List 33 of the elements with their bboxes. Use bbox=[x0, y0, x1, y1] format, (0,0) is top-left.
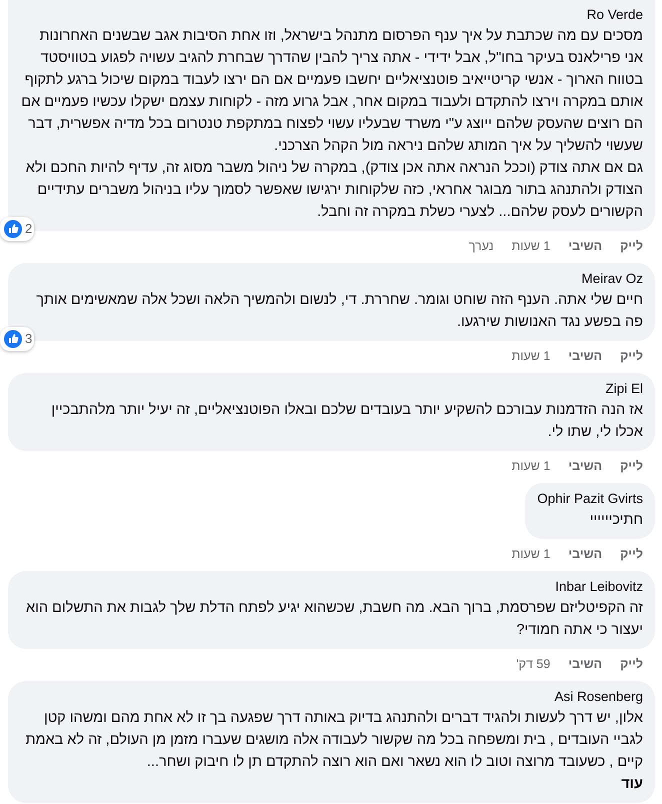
author-name[interactable]: Zipi El bbox=[20, 379, 643, 399]
timestamp[interactable]: 1 שעות bbox=[512, 346, 550, 369]
comment-text: חתיכיייייי bbox=[588, 511, 643, 530]
timestamp[interactable]: 1 שעות bbox=[512, 544, 550, 567]
reaction-count-badge[interactable]: 2 bbox=[0, 217, 34, 241]
reply-link[interactable]: השיבי bbox=[568, 236, 602, 259]
author-name[interactable]: Meirav Oz bbox=[20, 269, 643, 289]
like-link[interactable]: לייק bbox=[620, 236, 643, 259]
like-link[interactable]: לייק bbox=[620, 346, 643, 369]
thumbs-up-icon bbox=[4, 220, 22, 238]
reply-link[interactable]: השיבי bbox=[568, 456, 602, 479]
reply-link[interactable]: השיבי bbox=[568, 654, 602, 677]
thumbs-up-icon bbox=[4, 330, 22, 348]
author-name[interactable]: Ophir Pazit Gvirts bbox=[537, 489, 643, 509]
comment-text: חיים שלי אתה. הענף הזה שוחט וגומר. שחררת. די, לנשום ולהמשיך הלאה ושכל אלה שמאשימים אותך פה בפשע נגד האנושות שירגעו. bbox=[35, 291, 643, 332]
like-link[interactable]: לייק bbox=[620, 456, 643, 479]
comment-text: אז הנה הזדמנות עבורכם להשקיע יותר בעובדים שלכם ובאלו הפוטנציאליים, זה יעיל יותר מלהתבכיין אכלו לי, שתו לי. bbox=[50, 401, 643, 442]
timestamp[interactable]: 1 שעות bbox=[512, 456, 550, 479]
like-link[interactable]: לייק bbox=[620, 544, 643, 567]
author-name[interactable]: Ro Verde bbox=[20, 5, 643, 25]
timestamp[interactable]: 1 שעות bbox=[512, 236, 550, 259]
edited-label: נערך bbox=[468, 238, 494, 255]
timestamp[interactable]: 59 דק' bbox=[516, 654, 550, 677]
see-more-link[interactable]: עוד bbox=[20, 773, 643, 795]
like-link[interactable]: לייק bbox=[620, 654, 643, 677]
comment-text: מסכים עם מה שכתבת על איך ענף הפרסום מתנהל בישראל, וזו אחת הסיבות אגב שבשנים האחרונות אני פרילאנס בעיקר בחו"ל, אבל ידידי - אתה צריך להבין שהדרך שבחרת להגיב עשויה לפגוע בטוויסטד בטווח הארוך - אנשי קריטייאיב פוטנציאליים יחשבו פעמיים אם הם ירצו לעבוד במקום שיכול ברגע לתקוף אותם במקרה וירצו להתקדם ולעבוד במקום אחר, אבל גרוע מזה - לקוחות עצמם ישקלו עכשיו פעמיים אם הם רוצים שהעסק שלהם ייוצג ע"י משרד שבעליו עשוי לפצוח במתקפת טנטרום בכל מדיה אפשרית, דבר שעשוי להשליך על איך המותג שלהם ניראה מול הקהל הצרכני. bbox=[20, 27, 643, 156]
reply-link[interactable]: השיבי bbox=[568, 544, 602, 567]
reply-link[interactable]: השיבי bbox=[568, 346, 602, 369]
comment-text: זה הקפיטליזם שפרסמת, ברוך הבא. מה חשבת, שכשהוא יגיע לפתח הדלת שלך לגבות את התשלום הוא יעצור כי אתה חמודי? bbox=[24, 599, 643, 640]
comment-text: אלון, יש דרך לעשות ולהגיד דברים ולהתנהג בדיוק באותה דרך שפגעה בך זו לא אחת מהם ומשהו קטן לגביי העובדים , בית ומשפחה בכל מה שקשור לעבודה אלה מושגים שעברו מזמן מן העולם, זה לא באמת קיים , כשעובד מרוצה וטוב לו הוא נשאר ואם הוא רוצה להתקדם תן לו חיבוק ושחר... bbox=[24, 709, 643, 772]
author-name[interactable]: Inbar Leibovitz bbox=[20, 577, 643, 597]
reaction-count-badge[interactable]: 3 bbox=[0, 327, 34, 351]
author-name[interactable]: Asi Rosenberg bbox=[20, 687, 643, 707]
